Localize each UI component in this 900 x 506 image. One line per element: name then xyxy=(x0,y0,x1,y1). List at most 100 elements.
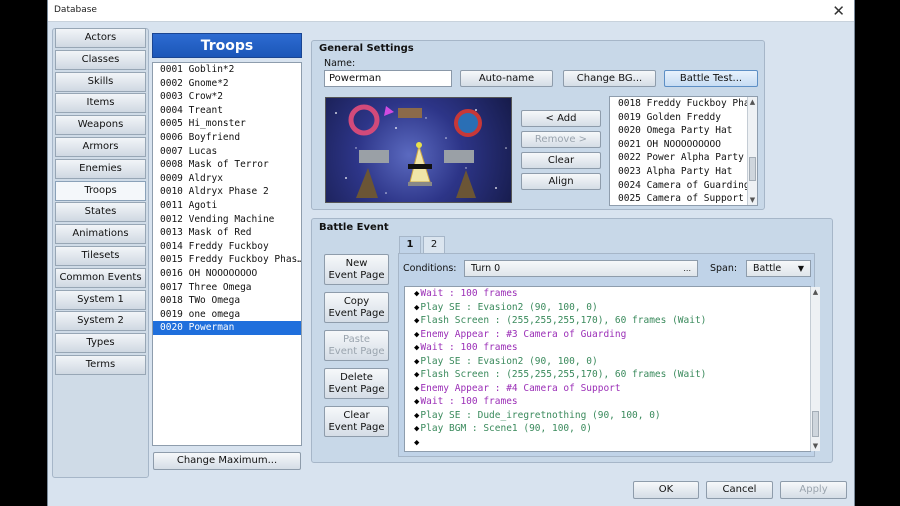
scroll-down-icon[interactable]: ▼ xyxy=(811,441,820,451)
add-member-button[interactable]: < Add xyxy=(521,110,601,127)
clear-members-button[interactable]: Clear xyxy=(521,152,601,169)
span-select[interactable]: Battle ▼ xyxy=(746,260,811,277)
scroll-thumb[interactable] xyxy=(812,411,819,437)
scroll-up-icon[interactable]: ▲ xyxy=(748,97,757,107)
event-command-row[interactable]: ◆Flash Screen : (255,255,255,170), 60 fr… xyxy=(405,314,810,328)
copy-event-page-button[interactable]: Copy Event Page xyxy=(324,292,389,323)
nav-item-common-events[interactable]: Common Events xyxy=(55,267,146,288)
event-command-text: Play SE : Dude_iregretnothing (90, 100, … xyxy=(420,409,661,421)
troop-list-item[interactable]: 0001 Goblin*2 xyxy=(153,63,301,77)
cancel-button[interactable]: Cancel xyxy=(706,481,773,499)
member-list-item[interactable]: 0022 Power Alpha Party Hat xyxy=(610,151,757,165)
name-label: Name: xyxy=(324,58,356,69)
troop-list-item[interactable]: 0018 TWo Omega xyxy=(153,294,301,308)
auto-name-button[interactable]: Auto-name xyxy=(460,70,553,87)
event-command-text: Wait : 100 frames xyxy=(420,288,518,299)
event-command-row[interactable]: ◆Play SE : Dude_iregretnothing (90, 100,… xyxy=(405,409,810,423)
change-maximum-button[interactable]: Change Maximum... xyxy=(153,452,301,470)
change-bg-button[interactable]: Change BG... xyxy=(563,70,656,87)
name-field[interactable]: Powerman xyxy=(324,70,452,87)
nav-item-actors[interactable]: Actors xyxy=(55,28,146,48)
member-list-item[interactable]: 0024 Camera of Guarding xyxy=(610,179,757,193)
troop-list-item[interactable]: 0012 Vending Machine xyxy=(153,213,301,227)
member-list-item[interactable]: 0025 Camera of Support xyxy=(610,192,757,205)
troop-list-item[interactable]: 0015 Freddy Fuckboy Phas… xyxy=(153,253,301,267)
ok-button[interactable]: OK xyxy=(633,481,699,499)
delete-event-page-button[interactable]: Delete Event Page xyxy=(324,368,389,399)
troop-list-item[interactable]: 0020 Powerman xyxy=(153,321,301,335)
event-command-row[interactable]: ◆Play SE : Evasion2 (90, 100, 0) xyxy=(405,301,810,315)
troop-list-item[interactable]: 0004 Treant xyxy=(153,104,301,118)
tab-page-1[interactable]: 1 xyxy=(399,236,421,253)
member-list-item[interactable]: 0021 OH NOOOOOOOOO xyxy=(610,138,757,152)
member-list-item[interactable]: 0018 Freddy Fuckboy Phas… xyxy=(610,97,757,111)
conditions-field[interactable]: Turn 0 ... xyxy=(464,260,698,277)
nav-item-terms[interactable]: Terms xyxy=(55,355,146,375)
nav-item-classes[interactable]: Classes xyxy=(55,49,146,70)
nav-item-states[interactable]: States xyxy=(55,202,146,223)
member-list-item[interactable]: 0019 Golden Freddy xyxy=(610,111,757,125)
event-command-row[interactable]: ◆Wait : 100 frames xyxy=(405,287,810,301)
database-window: Database ✕ Actors Classes Skills Items Weapo… xyxy=(47,0,855,506)
troop-list-item[interactable]: 0002 Gnome*2 xyxy=(153,77,301,91)
diamond-icon: ◆ xyxy=(414,343,420,353)
event-command-row[interactable]: ◆Wait : 100 frames xyxy=(405,395,810,409)
nav-item-system-2[interactable]: System 2 xyxy=(55,311,146,332)
nav-item-system-1[interactable]: System 1 xyxy=(55,289,146,310)
nav-item-weapons[interactable]: Weapons xyxy=(55,115,146,136)
align-button[interactable]: Align xyxy=(521,173,601,190)
event-command-row[interactable]: ◆Play SE : Evasion2 (90, 100, 0) xyxy=(405,355,810,369)
enemy-members-list[interactable]: 0018 Freddy Fuckboy Phas… 0019 Golden Fre… xyxy=(609,96,758,206)
troop-list-item[interactable]: 0003 Crow*2 xyxy=(153,90,301,104)
nav-item-items[interactable]: Items xyxy=(55,93,146,114)
troop-list-item[interactable]: 0019 one omega xyxy=(153,308,301,322)
nav-item-types[interactable]: Types xyxy=(55,333,146,354)
troop-list-item[interactable]: 0011 Agoti xyxy=(153,199,301,213)
members-scrollbar[interactable]: ▲ ▼ xyxy=(747,97,757,205)
troop-list-item[interactable]: 0008 Mask of Terror xyxy=(153,158,301,172)
new-event-page-button[interactable]: New Event Page xyxy=(324,254,389,285)
event-command-row[interactable]: ◆Wait : 100 frames xyxy=(405,341,810,355)
clear-event-page-button[interactable]: Clear Event Page xyxy=(324,406,389,437)
conditions-label: Conditions: xyxy=(403,263,457,274)
nav-item-skills[interactable]: Skills xyxy=(55,71,146,92)
nav-item-animations[interactable]: Animations xyxy=(55,224,146,245)
troop-list-item[interactable]: 0007 Lucas xyxy=(153,145,301,159)
troop-list-item[interactable]: 0010 Aldryx Phase 2 xyxy=(153,185,301,199)
scroll-down-icon[interactable]: ▼ xyxy=(748,195,757,205)
conditions-more-icon[interactable]: ... xyxy=(683,261,691,277)
nav-item-armors[interactable]: Armors xyxy=(55,137,146,157)
troop-list-item[interactable]: 0013 Mask of Red xyxy=(153,226,301,240)
diamond-icon: ◆ xyxy=(414,356,420,367)
troop-list-item[interactable]: 0014 Freddy Fuckboy xyxy=(153,240,301,254)
event-command-row[interactable]: ◆Flash Screen : (255,255,255,170), 60 fr… xyxy=(405,368,810,382)
nav-item-enemies[interactable]: Enemies xyxy=(55,158,146,179)
scroll-up-icon[interactable]: ▲ xyxy=(811,287,820,297)
event-command-row[interactable]: ◆Enemy Appear : #4 Camera of Support xyxy=(405,382,810,396)
troop-list-item[interactable]: 0005 Hi_monster xyxy=(153,117,301,131)
title-bar: Database ✕ xyxy=(48,0,854,22)
tab-page-2[interactable]: 2 xyxy=(423,236,445,253)
commands-scrollbar[interactable]: ▲ ▼ xyxy=(810,287,820,451)
troop-list-item[interactable]: 0016 OH NOOOOOOOO xyxy=(153,267,301,281)
troop-list-item[interactable]: 0009 Aldryx xyxy=(153,172,301,186)
member-list-item[interactable]: 0023 Alpha Party Hat xyxy=(610,165,757,179)
nav-item-troops[interactable]: Troops xyxy=(55,180,146,201)
troop-list-item[interactable]: 0017 Three Omega xyxy=(153,281,301,295)
scroll-thumb[interactable] xyxy=(749,157,756,181)
close-icon[interactable]: ✕ xyxy=(832,2,845,20)
troops-list[interactable]: 0001 Goblin*2 0002 Gnome*2 0003 Crow*2 0004… xyxy=(152,62,302,446)
event-command-row[interactable]: ◆Enemy Appear : #3 Camera of Guarding xyxy=(405,328,810,342)
event-command-row[interactable]: ◆ xyxy=(405,436,810,450)
troop-list-item[interactable]: 0006 Boyfriend xyxy=(153,131,301,145)
battle-preview[interactable] xyxy=(325,97,512,203)
nav-item-tilesets[interactable]: Tilesets xyxy=(55,246,146,266)
battle-test-button[interactable]: Battle Test... xyxy=(664,70,758,87)
event-command-row[interactable]: ◆Play BGM : Scene1 (90, 100, 0) xyxy=(405,422,810,436)
event-command-list[interactable]: ◆Wait : 100 frames ◆Play SE : Evasion2 (9… xyxy=(404,286,811,452)
event-command-text: Flash Screen : (255,255,255,170), 60 fra… xyxy=(420,369,707,380)
chevron-down-icon: ▼ xyxy=(797,264,804,273)
event-command-text: Wait : 100 frames xyxy=(420,396,518,407)
diamond-icon: ◆ xyxy=(414,302,420,313)
member-list-item[interactable]: 0020 Omega Party Hat xyxy=(610,124,757,138)
